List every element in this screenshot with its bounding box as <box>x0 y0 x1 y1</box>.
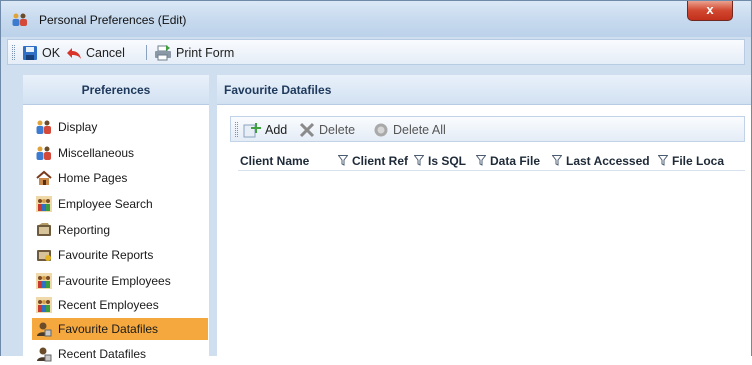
filter-icon[interactable] <box>658 155 668 166</box>
datafile-user-icon <box>37 347 52 362</box>
employees-icon <box>36 196 52 212</box>
nav-item-display[interactable]: Display <box>32 116 208 138</box>
nav-item-miscellaneous[interactable]: Miscellaneous <box>32 142 208 164</box>
nav-item-label: Home Pages <box>58 171 128 185</box>
employees-icon <box>36 273 52 289</box>
nav-item-label: Employee Search <box>58 197 153 211</box>
print-form-button[interactable]: Print Form <box>154 43 234 62</box>
column-header[interactable]: Client Name <box>240 151 332 171</box>
nav-item-favourite-datafiles[interactable]: Favourite Datafiles <box>32 318 208 340</box>
nav-item-label: Recent Datafiles <box>58 347 147 361</box>
nav-item-recent-employees[interactable]: Recent Employees <box>32 294 208 316</box>
delete-all-button[interactable]: Delete All <box>373 120 446 139</box>
save-icon <box>23 45 37 60</box>
personal-preferences-window: Personal Preferences (Edit) x OK Cancel … <box>0 0 752 362</box>
title-bar[interactable]: Personal Preferences (Edit) x <box>1 1 751 37</box>
print-form-label: Print Form <box>176 45 235 60</box>
cancel-button[interactable]: Cancel <box>66 43 125 62</box>
undo-arrow-icon <box>67 47 81 59</box>
delete-label: Delete <box>319 122 356 137</box>
nav-item-label: Recent Employees <box>58 298 159 312</box>
close-button[interactable]: x <box>687 1 733 21</box>
datafiles-grid-header: Client Name Client Ref Is SQL Data File … <box>238 151 745 171</box>
delete-all-label: Delete All <box>393 122 446 137</box>
nav-item-recent-datafiles[interactable]: Recent Datafiles <box>32 343 208 365</box>
filter-icon[interactable] <box>414 155 424 166</box>
people-icon <box>36 146 51 160</box>
column-header[interactable]: File Loca <box>672 151 745 171</box>
nav-item-favourite-employees[interactable]: Favourite Employees <box>32 270 208 292</box>
add-icon <box>243 122 261 137</box>
toolbar-grip[interactable] <box>12 45 15 60</box>
nav-item-favourite-reports[interactable]: Favourite Reports <box>32 244 208 266</box>
print-icon <box>155 44 171 60</box>
people-icon <box>36 120 51 134</box>
column-header[interactable]: Client Ref <box>352 151 414 171</box>
preferences-header: Preferences <box>23 75 209 105</box>
delete-all-icon <box>374 123 388 136</box>
add-label: Add <box>265 122 288 137</box>
nav-item-label: Favourite Employees <box>58 274 171 288</box>
nav-item-label: Miscellaneous <box>58 146 135 160</box>
home-icon <box>36 170 52 185</box>
filter-icon[interactable] <box>552 155 562 166</box>
nav-item-label: Favourite Reports <box>58 248 154 262</box>
nav-item-reporting[interactable]: Reporting <box>32 219 208 241</box>
window-title: Personal Preferences (Edit) <box>39 13 187 27</box>
favourite-datafiles-panel: Favourite Datafiles Add Delete Delete Al… <box>217 75 751 357</box>
report-icon <box>37 250 51 261</box>
nav-item-label: Display <box>58 120 98 134</box>
ok-button[interactable]: OK <box>22 43 60 62</box>
delete-button[interactable]: Delete <box>299 120 355 139</box>
delete-x-icon <box>299 122 315 137</box>
main-toolbar: OK Cancel Print Form <box>7 39 745 65</box>
nav-item-label: Reporting <box>58 223 111 237</box>
filter-icon[interactable] <box>338 155 348 166</box>
nav-item-employee-search[interactable]: Employee Search <box>32 193 208 215</box>
nav-item-home-pages[interactable]: Home Pages <box>32 167 208 189</box>
people-icon <box>12 13 27 26</box>
filter-icon[interactable] <box>476 155 486 166</box>
column-header[interactable]: Last Accessed <box>566 151 656 171</box>
toolbar-grip[interactable] <box>235 122 238 137</box>
cancel-label: Cancel <box>86 45 125 60</box>
ok-label: OK <box>42 45 61 60</box>
column-header[interactable]: Is SQL <box>428 151 474 171</box>
datafiles-grid-body[interactable] <box>238 172 745 357</box>
column-header[interactable]: Data File <box>490 151 552 171</box>
favourite-datafiles-header: Favourite Datafiles <box>217 75 751 105</box>
toolbar-separator <box>146 45 147 60</box>
nav-item-label: Favourite Datafiles <box>58 322 159 336</box>
preferences-panel: Preferences Display Miscellaneous Home P… <box>23 75 209 362</box>
add-button[interactable]: Add <box>243 120 287 139</box>
datafiles-toolbar: Add Delete Delete All <box>230 116 745 142</box>
datafile-user-icon <box>37 322 52 337</box>
report-icon <box>37 223 51 236</box>
employees-icon <box>36 297 52 313</box>
